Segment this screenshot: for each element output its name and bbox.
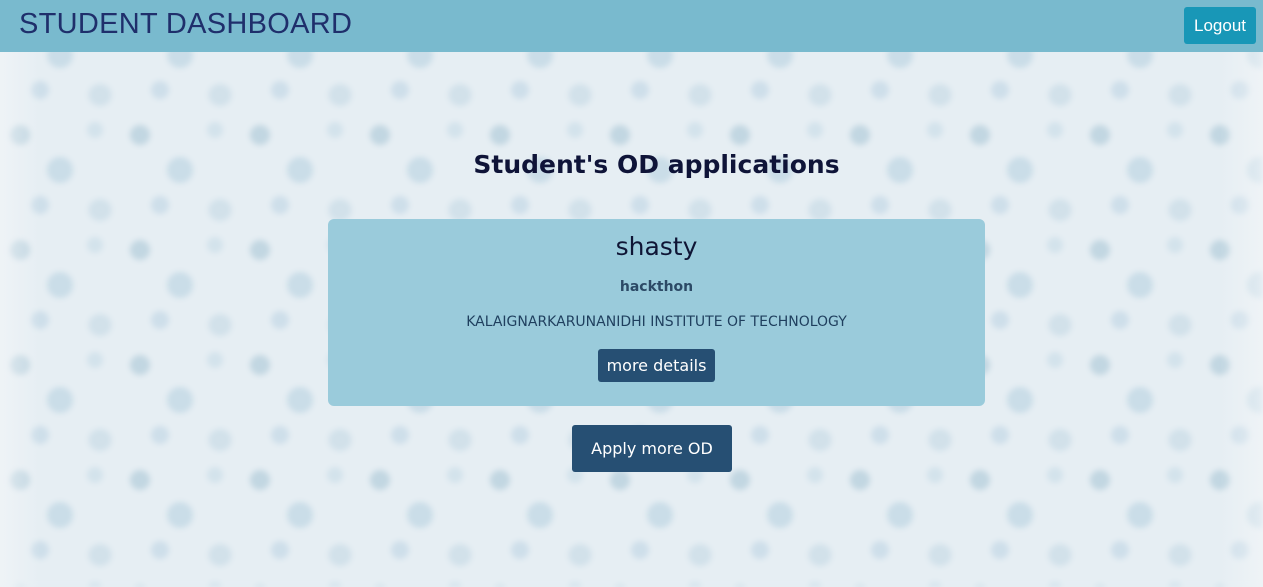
top-navbar: STUDENT DASHBOARD Logout [0,0,1263,52]
main-content: Student's OD applications shasty hacktho… [0,52,1263,587]
event-name: hackthon [619,279,694,295]
college-name: KALAIGNARKARUNANIDHI INSTITUTE OF TECHNO… [466,314,847,330]
more-details-button[interactable]: more details [598,349,715,382]
dashboard-title: STUDENT DASHBOARD [19,8,353,40]
student-name: shasty [615,232,698,261]
apply-more-od-button[interactable]: Apply more OD [572,425,732,472]
section-title: Student's OD applications [473,150,840,179]
od-application-card: shasty hackthon KALAIGNARKARUNANIDHI INS… [328,219,985,406]
logout-button[interactable]: Logout [1184,7,1256,44]
